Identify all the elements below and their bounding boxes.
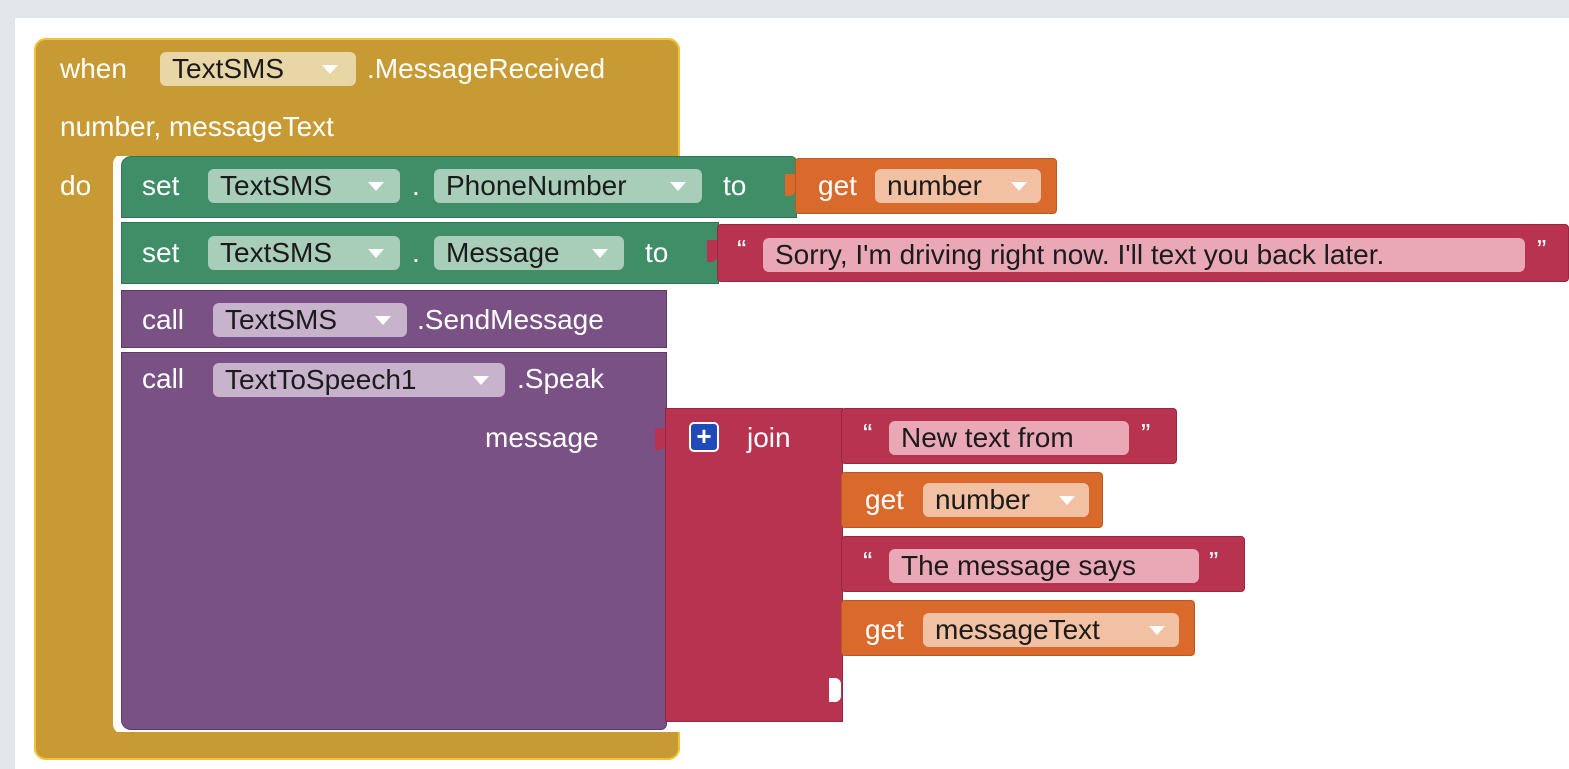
set-phone-property-dropdown[interactable]: PhoneNumber — [434, 169, 702, 203]
text-new-from-value: New text from — [901, 422, 1074, 453]
get-label: get — [865, 484, 904, 515]
event-params: number, messageText — [60, 111, 334, 142]
blocks-workspace[interactable]: when TextSMS .MessageReceived number, me… — [15, 18, 1569, 769]
set-label: set — [142, 237, 180, 268]
call-label: call — [142, 304, 185, 335]
get-messagetext-dropdown[interactable]: messageText — [923, 613, 1179, 647]
open-quote: “ — [737, 234, 747, 265]
get-number-var: number — [887, 170, 982, 201]
speak-method: .Speak — [517, 363, 605, 394]
set-msg-component: TextSMS — [220, 237, 333, 268]
event-component-name: TextSMS — [172, 53, 285, 84]
join-empty-socket[interactable] — [829, 678, 841, 702]
call-speak-block[interactable] — [121, 352, 667, 730]
set-phone-property: PhoneNumber — [446, 170, 627, 201]
event-component-dropdown[interactable]: TextSMS — [160, 52, 356, 86]
text-sorry-value: Sorry, I'm driving right now. I'll text … — [775, 239, 1385, 270]
to-label: to — [645, 237, 669, 268]
join-block[interactable] — [665, 408, 843, 722]
socket-plug — [707, 240, 717, 262]
chevron-down-icon — [375, 316, 391, 325]
socket-plug — [785, 174, 795, 196]
close-quote: ” — [1141, 418, 1151, 449]
set-phone-component-dropdown[interactable]: TextSMS — [208, 169, 400, 203]
open-quote: “ — [863, 418, 873, 449]
close-quote: ” — [1209, 546, 1219, 577]
text-message-says-field[interactable]: The message says — [889, 549, 1199, 583]
join-label: join — [747, 422, 791, 453]
get-number-dropdown[interactable]: number — [923, 483, 1089, 517]
chevron-down-icon — [368, 182, 384, 191]
chevron-down-icon — [1149, 626, 1165, 635]
set-msg-component-dropdown[interactable]: TextSMS — [208, 236, 400, 270]
when-label: when — [60, 53, 127, 84]
text-sorry-field[interactable]: Sorry, I'm driving right now. I'll text … — [763, 238, 1525, 272]
chevron-down-icon — [670, 182, 686, 191]
get-messagetext-var: messageText — [935, 614, 1100, 645]
close-quote: ” — [1537, 234, 1547, 265]
chevron-down-icon — [473, 376, 489, 385]
event-name: .MessageReceived — [367, 53, 606, 84]
send-method: .SendMessage — [417, 304, 604, 335]
set-label: set — [142, 170, 180, 201]
dot-label: . — [412, 237, 420, 268]
to-label: to — [723, 170, 747, 201]
get-label: get — [865, 614, 904, 645]
text-new-from-field[interactable]: New text from — [889, 421, 1129, 455]
chevron-down-icon — [592, 249, 608, 258]
plus-icon[interactable]: + — [689, 422, 719, 452]
chevron-down-icon — [1011, 182, 1027, 191]
speak-component: TextToSpeech1 — [225, 364, 417, 395]
socket-plug — [655, 428, 665, 450]
send-component: TextSMS — [225, 304, 338, 335]
set-phone-component: TextSMS — [220, 170, 333, 201]
event-block-bottom — [34, 732, 680, 760]
get-number-var: number — [935, 484, 1030, 515]
chevron-down-icon — [368, 249, 384, 258]
message-arg-label: message — [485, 422, 599, 453]
chevron-down-icon — [322, 65, 338, 74]
get-label: get — [818, 170, 857, 201]
set-msg-property: Message — [446, 237, 560, 268]
open-quote: “ — [863, 546, 873, 577]
text-message-says-value: The message says — [901, 550, 1136, 581]
send-component-dropdown[interactable]: TextSMS — [213, 303, 407, 337]
set-msg-property-dropdown[interactable]: Message — [434, 236, 624, 270]
chevron-down-icon — [1059, 496, 1075, 505]
get-number-dropdown[interactable]: number — [875, 169, 1041, 203]
dot-label: . — [412, 170, 420, 201]
do-label: do — [60, 170, 92, 201]
speak-component-dropdown[interactable]: TextToSpeech1 — [213, 363, 505, 397]
call-label: call — [142, 363, 185, 394]
